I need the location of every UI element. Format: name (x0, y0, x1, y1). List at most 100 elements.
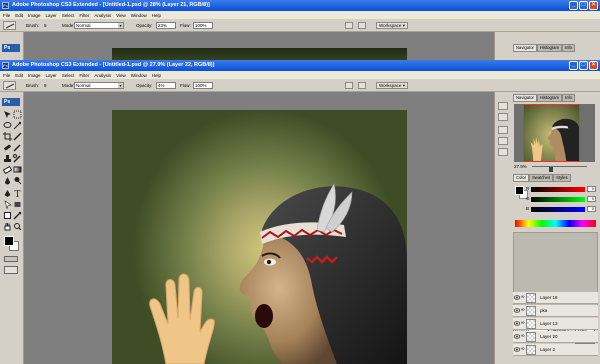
red-channel-slider[interactable] (531, 187, 585, 192)
eraser-tool-icon[interactable] (2, 165, 13, 175)
blue-channel-slider[interactable] (531, 207, 585, 212)
menu-file[interactable]: File (3, 73, 10, 78)
history-brush-icon[interactable] (13, 154, 22, 163)
tab-histogram[interactable]: Histogram (536, 44, 563, 52)
menu-image[interactable]: Image (28, 13, 41, 18)
visibility-eye-icon[interactable] (514, 347, 520, 352)
layer-name[interactable]: Layer 2 (540, 347, 555, 352)
minimize-button[interactable]: _ (569, 61, 578, 70)
visibility-eye-icon[interactable] (514, 334, 520, 339)
brush-tool-icon[interactable] (13, 143, 22, 152)
mode-select[interactable]: Normal ▾ (74, 22, 124, 29)
brushes-panel-icon[interactable] (498, 126, 508, 134)
menu-help[interactable]: Help (152, 13, 161, 18)
menu-view[interactable]: View (116, 73, 126, 78)
menu-select[interactable]: Select (62, 13, 75, 18)
flow-field[interactable]: 100% (193, 82, 213, 89)
path-selection-icon[interactable] (3, 200, 12, 210)
blue-channel-value[interactable]: 0 (587, 206, 596, 212)
navigator-thumbnail[interactable] (514, 104, 595, 162)
healing-brush-icon[interactable] (3, 143, 12, 152)
zoom-slider-knob[interactable] (548, 167, 553, 172)
layer-name[interactable]: Layer 18 (540, 295, 558, 300)
marquee-tool-icon[interactable] (13, 110, 22, 119)
opacity-field[interactable]: 23% (156, 22, 176, 29)
move-tool-icon[interactable] (3, 110, 12, 119)
shape-tool-icon[interactable] (13, 200, 22, 209)
red-channel-value[interactable]: 0 (587, 186, 596, 192)
menu-filter[interactable]: Filter (79, 13, 89, 18)
navigator-zoom-slider[interactable] (532, 166, 587, 172)
menu-window[interactable]: Window (131, 13, 147, 18)
type-tool-icon[interactable]: T (13, 189, 22, 200)
menu-edit[interactable]: Edit (15, 73, 23, 78)
minimize-button[interactable]: _ (569, 1, 578, 10)
menu-file[interactable]: File (3, 13, 10, 18)
tool-presets-panel-icon[interactable] (498, 137, 508, 145)
layer-name[interactable]: Layer 20 (540, 334, 558, 339)
layer-name[interactable]: Layer 13 (540, 321, 558, 326)
clone-stamp-icon[interactable] (3, 154, 12, 163)
tab-color[interactable]: Color (513, 174, 530, 182)
magic-wand-icon[interactable] (13, 121, 22, 130)
menu-image[interactable]: Image (28, 73, 41, 78)
screen-mode-icon[interactable] (4, 266, 18, 274)
tab-info[interactable]: Info (562, 94, 576, 102)
green-channel-value[interactable]: 0 (587, 196, 596, 202)
slice-tool-icon[interactable] (13, 132, 22, 141)
green-channel-slider[interactable] (531, 197, 585, 202)
menu-edit[interactable]: Edit (15, 13, 23, 18)
menu-analysis[interactable]: Analysis (94, 13, 111, 18)
lasso-tool-icon[interactable] (3, 121, 12, 130)
layer-name[interactable]: pka (540, 308, 547, 313)
workspace-button[interactable]: Workspace ▾ (376, 82, 408, 89)
menu-layer[interactable]: Layer (46, 13, 57, 18)
workspace-button[interactable]: Workspace ▾ (376, 22, 408, 29)
mode-select[interactable]: Normal ▾ (74, 82, 124, 89)
menu-window[interactable]: Window (131, 73, 147, 78)
flow-field[interactable]: 100% (193, 22, 213, 29)
layer-row[interactable]: ∞ pka (513, 305, 598, 317)
tool-preset-picker[interactable] (3, 81, 16, 90)
crop-tool-icon[interactable] (3, 132, 12, 141)
title-bar[interactable]: Ps Adobe Photoshop CS3 Extended - [Untit… (0, 60, 600, 71)
tab-styles[interactable]: Styles (553, 174, 571, 182)
menu-help[interactable]: Help (152, 73, 161, 78)
visibility-eye-icon[interactable] (514, 295, 520, 300)
layer-row[interactable]: ∞ Layer 13 (513, 318, 598, 330)
maximize-button[interactable]: □ (579, 61, 588, 70)
foreground-color-swatch[interactable] (4, 236, 14, 246)
navigator-view-box[interactable] (523, 104, 580, 162)
navigator-zoom-value[interactable]: 27.9% (514, 164, 527, 169)
color-panel-foreground-swatch[interactable] (515, 186, 524, 195)
notes-tool-icon[interactable] (3, 211, 12, 220)
clone-source-panel-icon[interactable] (498, 148, 508, 156)
actions-panel-icon[interactable] (498, 113, 508, 121)
eyedropper-icon[interactable] (13, 211, 22, 220)
menu-view[interactable]: View (116, 13, 126, 18)
menu-layer[interactable]: Layer (46, 73, 57, 78)
blur-tool-icon[interactable] (3, 176, 12, 185)
zoom-tool-icon[interactable] (13, 222, 22, 231)
color-spectrum-bar[interactable] (515, 220, 596, 227)
gradient-tool-icon[interactable] (13, 165, 22, 174)
layer-row[interactable]: ∞ Layer 20 (513, 331, 598, 343)
brush-size[interactable]: 9 (44, 83, 47, 88)
palette-button[interactable] (358, 22, 366, 29)
palette-button[interactable] (358, 82, 366, 89)
pen-tool-icon[interactable] (3, 189, 12, 198)
menu-select[interactable]: Select (62, 73, 75, 78)
close-button[interactable]: × (589, 61, 598, 70)
tab-swatches[interactable]: Swatches (529, 174, 554, 182)
tab-histogram[interactable]: Histogram (536, 94, 563, 102)
maximize-button[interactable]: □ (579, 1, 588, 10)
visibility-eye-icon[interactable] (514, 308, 520, 313)
title-bar[interactable]: Ps Adobe Photoshop CS3 Extended - [Untit… (0, 0, 600, 11)
history-panel-icon[interactable] (498, 102, 508, 110)
hand-tool-icon[interactable] (3, 222, 12, 231)
visibility-eye-icon[interactable] (514, 321, 520, 326)
opacity-field[interactable]: 4% (156, 82, 176, 89)
tab-navigator[interactable]: Navigator (513, 44, 537, 52)
layer-row[interactable]: ∞ Layer 2 (513, 344, 598, 356)
document-canvas[interactable] (112, 110, 407, 364)
